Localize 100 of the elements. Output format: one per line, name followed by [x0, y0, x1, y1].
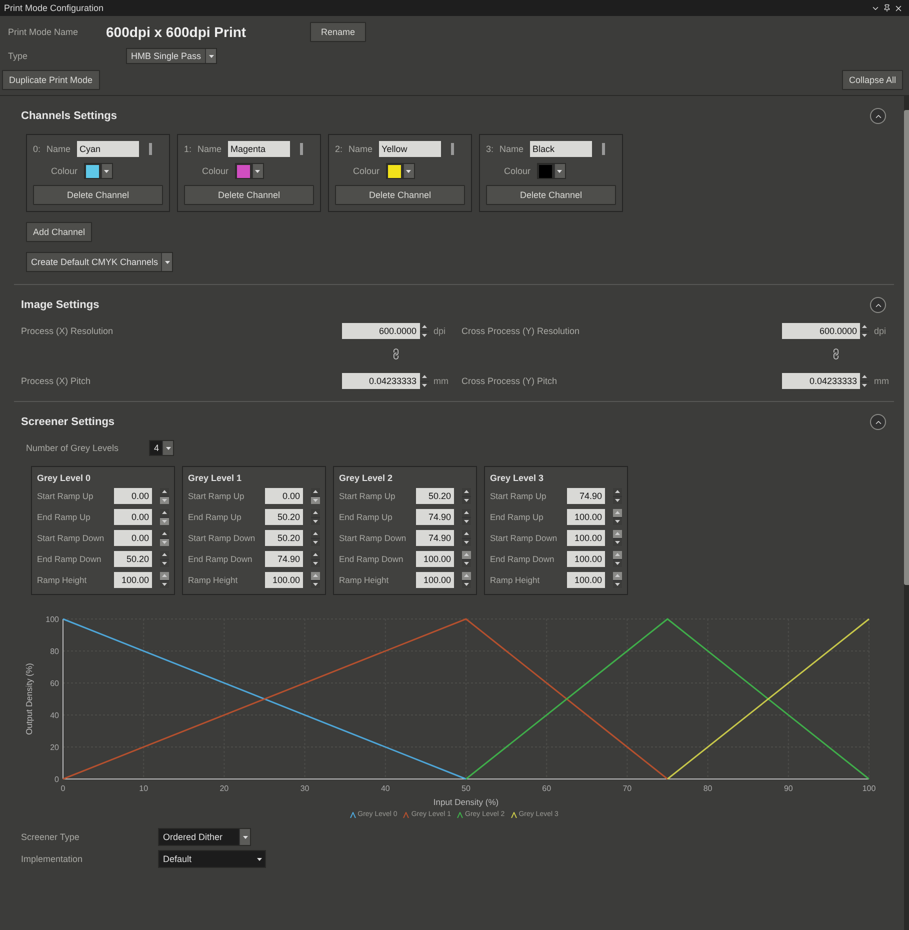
- number-field[interactable]: 74.90: [567, 488, 605, 504]
- name-field[interactable]: Black: [530, 141, 592, 157]
- tick-label: 0: [60, 784, 66, 793]
- legend-swatch: [350, 812, 356, 818]
- tick-label: 80: [50, 647, 59, 656]
- number-field[interactable]: 600.0000: [342, 323, 420, 339]
- tick-label: 20: [50, 743, 59, 752]
- tick-label: 60: [542, 784, 552, 793]
- field-label: Screener Type: [21, 832, 80, 842]
- number-field[interactable]: 50.20: [416, 488, 454, 504]
- field-label: Colour: [51, 166, 78, 176]
- number-field[interactable]: 100.00: [567, 530, 605, 546]
- spin-buttons[interactable]: [160, 551, 169, 567]
- field-label: Start Ramp Down: [37, 533, 106, 543]
- number-field[interactable]: 100.00: [265, 572, 303, 588]
- spin-buttons[interactable]: [462, 509, 471, 525]
- number-field[interactable]: 100.00: [416, 551, 454, 567]
- collapse-button[interactable]: [870, 297, 886, 313]
- channel-index: 3:: [486, 144, 494, 154]
- add-channel-button[interactable]: Add Channel: [26, 222, 92, 242]
- spin-buttons[interactable]: [613, 488, 622, 504]
- number-field[interactable]: 50.20: [114, 551, 152, 567]
- default-channels-dropdown[interactable]: Create Default CMYK Channels: [26, 252, 174, 272]
- number-field[interactable]: 100.00: [114, 572, 152, 588]
- spin-buttons[interactable]: [462, 530, 471, 546]
- collapse-all-button[interactable]: Collapse All: [842, 70, 903, 90]
- field-label: Number of Grey Levels: [26, 443, 120, 453]
- number-field[interactable]: 74.90: [416, 509, 454, 525]
- name-field[interactable]: Magenta: [228, 141, 290, 157]
- delete-channel-button[interactable]: Delete Channel: [486, 185, 616, 205]
- spin-buttons[interactable]: [311, 530, 320, 546]
- tick-label: 80: [703, 784, 712, 793]
- field-label: End Ramp Up: [188, 512, 242, 522]
- number-field[interactable]: 0.04233333: [782, 373, 860, 389]
- colour-picker[interactable]: [386, 163, 415, 179]
- field-label: Start Ramp Down: [339, 533, 408, 543]
- implementation-dropdown[interactable]: Default: [158, 850, 266, 868]
- drag-handle[interactable]: [148, 143, 152, 155]
- field-label: Ramp Height: [188, 575, 239, 585]
- card-title: Grey Level 3: [490, 473, 545, 483]
- field-label: Process (X) Resolution: [21, 326, 114, 336]
- colour-picker[interactable]: [84, 163, 113, 179]
- name-field[interactable]: Yellow: [378, 141, 441, 157]
- field-label: End Ramp Down: [37, 554, 102, 564]
- delete-channel-button[interactable]: Delete Channel: [33, 185, 163, 205]
- levels-dropdown[interactable]: 4: [149, 440, 174, 456]
- spin-buttons[interactable]: [311, 509, 320, 525]
- unit-label: mm: [874, 376, 890, 386]
- pin-icon[interactable]: [883, 4, 891, 12]
- delete-channel-button[interactable]: Delete Channel: [184, 185, 314, 205]
- number-field[interactable]: 74.90: [416, 530, 454, 546]
- number-field[interactable]: 0.04233333: [342, 373, 420, 389]
- tick-label: 60: [50, 679, 59, 688]
- field-label: Type: [8, 51, 29, 61]
- field-label: Ramp Height: [37, 575, 88, 585]
- number-field[interactable]: 50.20: [265, 509, 303, 525]
- card-title: Grey Level 0: [37, 473, 92, 483]
- number-field[interactable]: 100.00: [416, 572, 454, 588]
- number-field[interactable]: 0.00: [114, 509, 152, 525]
- type-dropdown[interactable]: HMB Single Pass: [126, 48, 218, 64]
- field-label: Process (X) Pitch: [21, 376, 92, 386]
- collapse-button[interactable]: [870, 108, 886, 124]
- close-icon[interactable]: [894, 4, 903, 12]
- number-field[interactable]: 74.90: [265, 551, 303, 567]
- field-label: Ramp Height: [339, 575, 390, 585]
- drag-handle[interactable]: [602, 143, 605, 155]
- unit-label: dpi: [434, 326, 447, 336]
- rename-button[interactable]: Rename: [310, 22, 366, 42]
- number-field[interactable]: 100.00: [567, 572, 605, 588]
- collapse-button[interactable]: [870, 414, 886, 430]
- field-label: Name: [348, 144, 373, 154]
- field-label: Name: [198, 144, 222, 154]
- name-field[interactable]: Cyan: [76, 141, 139, 157]
- number-field[interactable]: 100.00: [567, 551, 605, 567]
- spin-buttons[interactable]: [311, 551, 320, 567]
- section-title: Screener Settings: [21, 416, 115, 428]
- screener-type-dropdown[interactable]: Ordered Dither: [158, 828, 251, 846]
- number-field[interactable]: 0.00: [114, 530, 152, 546]
- caret-icon[interactable]: [257, 858, 262, 860]
- tick-label: 40: [50, 711, 59, 720]
- delete-channel-button[interactable]: Delete Channel: [335, 185, 465, 205]
- number-field[interactable]: 600.0000: [782, 323, 860, 339]
- drag-handle[interactable]: [450, 143, 454, 155]
- tick-label: 70: [622, 784, 632, 793]
- number-field[interactable]: 50.20: [265, 530, 303, 546]
- tick-label: 50: [462, 784, 470, 793]
- axis-title: Input Density (%): [433, 797, 499, 807]
- unit-label: dpi: [874, 326, 888, 336]
- spin-buttons[interactable]: [462, 488, 471, 504]
- channel-index: 2:: [335, 144, 343, 154]
- window-title: Print Mode Configuration: [4, 3, 104, 13]
- drag-handle[interactable]: [300, 143, 303, 155]
- duplicate-button[interactable]: Duplicate Print Mode: [2, 70, 100, 90]
- field-label: End Ramp Down: [339, 554, 404, 564]
- number-field[interactable]: 100.00: [567, 509, 605, 525]
- number-field[interactable]: 0.00: [265, 488, 303, 504]
- field-label: End Ramp Up: [490, 512, 544, 522]
- field-label: Start Ramp Up: [37, 491, 94, 501]
- field-label: Start Ramp Down: [490, 533, 558, 543]
- number-field[interactable]: 0.00: [114, 488, 152, 504]
